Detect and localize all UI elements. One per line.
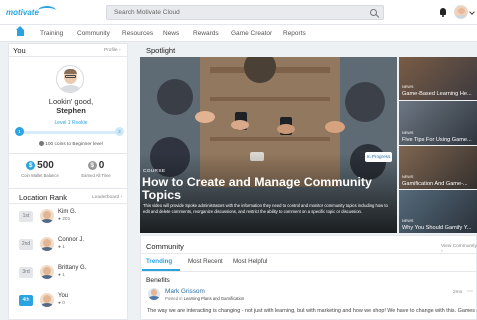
spotlight-side-card[interactable]: NEWS Why You Should Gamify Y... — [399, 190, 477, 233]
avatar — [40, 237, 54, 251]
level-start-marker: 1 — [15, 127, 24, 136]
spotlight-hero-card[interactable]: COURSE How to Create and Manage Communit… — [140, 57, 397, 233]
nav-item-game-creator[interactable]: Game Creator — [231, 30, 272, 37]
rank-coins: ● 1 — [58, 245, 65, 250]
spotlight-side-card[interactable]: NEWS Five Tips For Using Game... — [399, 101, 477, 145]
avatar[interactable] — [148, 288, 160, 300]
logo[interactable]: motivate — [6, 8, 39, 17]
coins-to-next-level: 100 coins to Beginner level — [8, 141, 134, 147]
community-title: Community — [146, 242, 184, 251]
search-input[interactable]: Search Motivate Cloud — [106, 5, 384, 20]
post-time: 2mo — [453, 290, 463, 295]
rank-coins: ● 1 — [58, 273, 65, 278]
profile-avatar — [56, 65, 84, 93]
more-options-icon[interactable]: ⋯ — [467, 288, 473, 295]
you-panel-title: You — [13, 46, 26, 55]
user-avatar[interactable] — [454, 5, 468, 19]
news-tag: NEWS — [402, 175, 414, 179]
avatar — [40, 265, 54, 279]
rank-name: You — [58, 293, 69, 299]
earned-label: Earned All Time — [81, 173, 111, 178]
coin-balance-value: 500 — [37, 160, 54, 171]
divider — [8, 56, 128, 57]
divider — [8, 153, 128, 154]
rank-badge: 4th — [19, 295, 33, 306]
top-bar: motivate Search Motivate Cloud — [0, 0, 477, 25]
level-label: Level 1 Rookie — [54, 120, 88, 126]
rank-name: Brittany G. — [58, 265, 87, 271]
nav-item-reports[interactable]: Reports — [283, 30, 306, 37]
spotlight-side-card[interactable]: NEWS Gamification And Game-... — [399, 146, 477, 189]
earned-value: 0 — [98, 160, 105, 171]
rank-badge: 2nd — [19, 239, 33, 250]
coins-note-text: 100 coins to Beginner level — [45, 141, 103, 147]
dollar-coin-icon: $ — [26, 161, 36, 170]
dollar-coin-icon: $ — [87, 161, 97, 170]
news-tag: NEWS — [402, 219, 414, 223]
tab-most-recent[interactable]: Most Recent — [188, 258, 223, 265]
post-author[interactable]: Mark Grissom — [165, 288, 205, 295]
news-title: Game-Based Learning He... — [402, 91, 472, 97]
leaderboard-link[interactable]: Leaderboard › — [92, 195, 122, 200]
divider — [140, 271, 477, 272]
location-rank-title: Location Rank — [19, 193, 67, 202]
rank-badge: 3rd — [19, 267, 33, 278]
notification-bell-icon[interactable] — [440, 8, 446, 17]
nav-item-training[interactable]: Training — [40, 30, 63, 37]
chevron-down-icon[interactable] — [469, 9, 475, 15]
news-tag: NEWS — [402, 85, 414, 89]
news-title: Why You Should Gamify Y... — [402, 225, 472, 231]
greeting: Lookin' good, — [48, 97, 94, 106]
coin-balance-stat: $500 Coin Wallet Balance — [16, 160, 64, 178]
coin-balance-label: Coin Wallet Balance — [21, 173, 59, 178]
rank-coins: ● 201 — [58, 217, 71, 222]
rank-badge: 1st — [19, 211, 33, 222]
post-body: The way we are interacting is changing -… — [147, 308, 477, 314]
news-title: Gamification And Game-... — [402, 181, 468, 187]
news-title: Five Tips For Using Game... — [402, 137, 472, 143]
news-tag: NEWS — [402, 131, 414, 135]
profile-link[interactable]: Profile › — [104, 48, 121, 53]
level-progress-bar — [19, 131, 119, 134]
view-community-link-label: View Community — [441, 244, 477, 249]
rank-name: Connor J. — [58, 237, 85, 243]
search-placeholder: Search Motivate Cloud — [114, 9, 180, 16]
avatar — [40, 209, 54, 223]
rank-name: Kim G. — [58, 209, 77, 215]
level-end-marker: 2 — [115, 127, 124, 136]
hero-title[interactable]: How to Create and Manage Community Topic… — [142, 176, 392, 202]
earned-stat: $0 Earned All Time — [72, 160, 120, 178]
leaderboard-link-label: Leaderboard — [92, 195, 120, 200]
tab-trending[interactable]: Trending — [146, 258, 172, 265]
user-name: Stephen — [56, 106, 86, 115]
nav-item-community[interactable]: Community — [77, 30, 110, 37]
profile-link-label: Profile — [104, 48, 118, 53]
hero-description: This video will provide Spoke administra… — [143, 203, 388, 214]
nav-item-resources[interactable]: Resources — [122, 30, 153, 37]
post-section-title: Benefits — [146, 277, 170, 284]
main-nav: Training Community Resources News Reward… — [0, 25, 477, 42]
home-icon[interactable] — [16, 26, 24, 36]
coin-icon — [39, 141, 45, 146]
logo-swoosh-icon — [38, 6, 56, 15]
search-icon[interactable] — [370, 9, 377, 16]
divider — [140, 253, 477, 254]
post-topic-link[interactable]: Learning Plans and Gamification — [184, 296, 245, 301]
status-badge: In Progress — [365, 152, 392, 162]
spotlight-side-card[interactable]: NEWS Game-Based Learning He... — [399, 57, 477, 100]
spotlight-title: Spotlight — [146, 46, 176, 55]
nav-item-rewards[interactable]: Rewards — [193, 30, 219, 37]
tab-most-helpful[interactable]: Most Helpful — [233, 258, 267, 265]
post-meta: Posted in Learning Plans and Gamificatio… — [165, 296, 245, 301]
rank-coins: ● 0 — [58, 301, 65, 306]
course-tag: COURSE — [143, 169, 166, 174]
avatar — [40, 293, 54, 307]
divider — [8, 203, 128, 204]
nav-item-news[interactable]: News — [163, 30, 179, 37]
